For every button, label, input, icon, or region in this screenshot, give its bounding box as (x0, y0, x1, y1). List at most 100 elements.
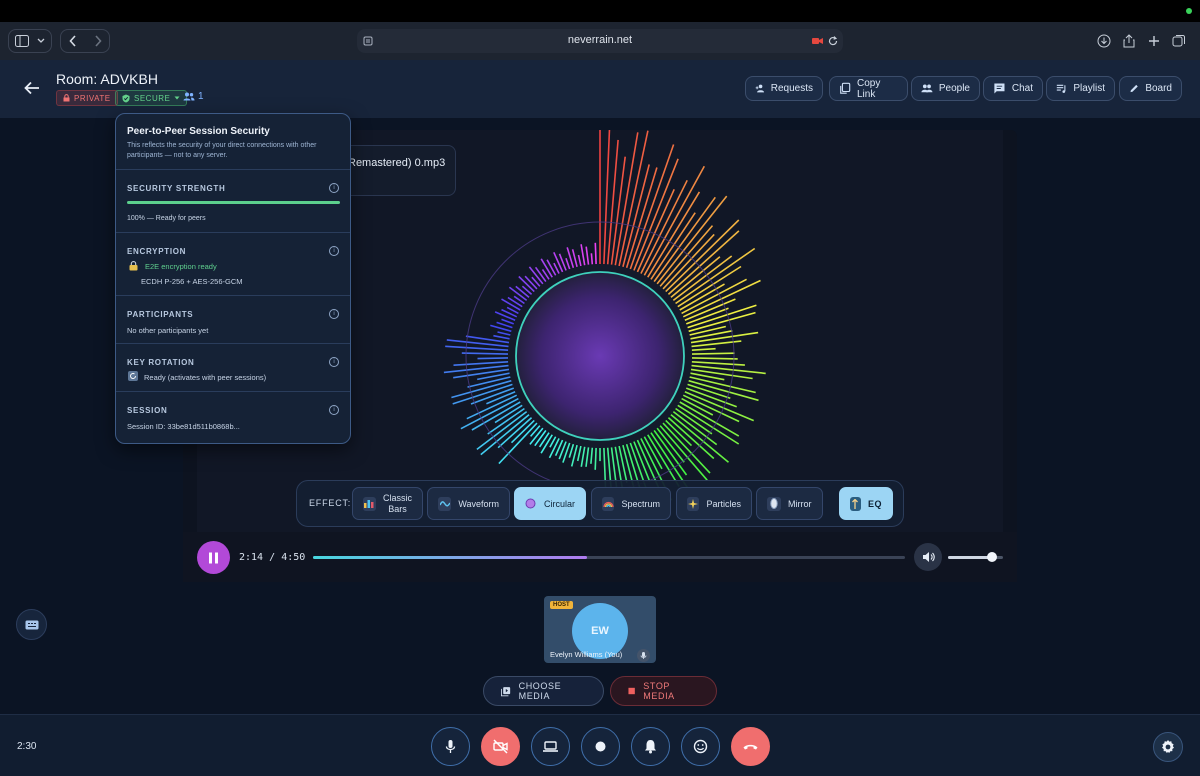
mic-button[interactable] (431, 727, 470, 766)
spectrum-bar (590, 447, 594, 464)
downloads-icon[interactable] (1096, 30, 1112, 52)
effect-spectrum[interactable]: Spectrum (591, 487, 671, 520)
spectrum-bar (594, 447, 597, 470)
keyboard-icon (25, 620, 38, 629)
participant-count[interactable]: 1 (183, 91, 204, 102)
encryption-detail: ECDH P-256 + AES-256-GCM (141, 277, 243, 286)
spectrum-bar (590, 253, 594, 265)
captions-button[interactable] (16, 609, 47, 640)
spectrum-bar (538, 432, 550, 448)
end-call-button[interactable] (731, 727, 770, 766)
reactions-button[interactable] (681, 727, 720, 766)
address-bar[interactable]: neverrain.net (357, 29, 843, 53)
system-status-strip (0, 0, 1200, 22)
info-icon[interactable]: i (329, 246, 339, 256)
copy-link-button[interactable]: Copy Link (829, 76, 908, 101)
tab-overview-icon[interactable] (1171, 30, 1187, 52)
screen-share-button[interactable] (531, 727, 570, 766)
spectrum-bar (691, 361, 745, 366)
spectrum-bar (501, 318, 515, 325)
effect-classic-label-2: Bars (388, 503, 407, 514)
info-icon[interactable]: i (329, 405, 339, 415)
record-icon (595, 741, 606, 752)
back-arrow-icon[interactable] (22, 78, 42, 98)
chat-label: Chat (1011, 83, 1033, 94)
spectrum-bar (524, 275, 538, 290)
encryption-heading: ENCRYPTION (127, 247, 187, 256)
security-strength-heading: SECURITY STRENGTH (127, 184, 226, 193)
laptop-icon (543, 741, 558, 752)
stop-media-button[interactable]: STOP MEDIA (610, 676, 717, 706)
eq-button[interactable]: EQ (839, 487, 893, 520)
spectrum-bar (585, 447, 590, 467)
chat-button[interactable]: Chat (983, 76, 1043, 101)
effect-spectrum-label: Spectrum (621, 498, 660, 509)
effect-classic-label-1: Classic (382, 492, 412, 503)
effect-waveform[interactable]: Waveform (427, 487, 510, 520)
new-tab-icon[interactable] (1146, 30, 1162, 52)
secure-badge-label: SECURE (134, 93, 171, 103)
secure-badge-dropdown[interactable]: SECURE (115, 90, 188, 106)
recording-indicator-dot (1186, 8, 1192, 14)
smiley-icon (693, 739, 708, 754)
spectrum-bar (665, 419, 693, 447)
history-nav (60, 29, 110, 53)
share-icon[interactable] (1121, 30, 1137, 52)
effect-circular[interactable]: Circular (514, 487, 586, 520)
spectrum-bar (585, 246, 590, 265)
wave-icon (438, 496, 452, 511)
seek-bar[interactable] (313, 556, 905, 559)
lock-icon (63, 94, 70, 102)
private-badge-label: PRIVATE (74, 93, 111, 103)
choose-media-button[interactable]: CHOOSE MEDIA (483, 676, 604, 706)
effect-classic-bars[interactable]: Classic Bars (352, 487, 423, 520)
copy-link-label: Copy Link (856, 77, 881, 100)
call-controls-bar: 2:30 (0, 714, 1200, 776)
playlist-button[interactable]: Playlist (1046, 76, 1115, 101)
info-icon[interactable]: i (329, 183, 339, 193)
people-icon (921, 84, 933, 93)
camera-toggle-button[interactable] (481, 727, 520, 766)
reload-icon[interactable] (828, 36, 838, 46)
stop-icon (628, 687, 635, 695)
board-label: Board (1145, 83, 1172, 94)
spectrum-bar (497, 331, 511, 336)
playlist-label: Playlist (1073, 83, 1105, 94)
people-button[interactable]: People (911, 76, 980, 101)
spectrum-bar (647, 191, 701, 278)
info-icon[interactable]: i (329, 357, 339, 367)
back-nav-icon[interactable] (69, 35, 77, 47)
settings-button[interactable] (1153, 732, 1183, 762)
spectrum-bar (625, 167, 658, 269)
requests-button[interactable]: Requests (745, 76, 823, 101)
circular-visualizer (443, 130, 766, 519)
pause-button[interactable] (197, 541, 230, 574)
effect-selector: EFFECT: Classic Bars Waveform Circular Sp… (296, 480, 904, 527)
host-tag: HOST (550, 601, 573, 609)
sidebar-toggle-button[interactable] (8, 29, 52, 53)
session-id: Session ID: 33be81d511b0868b... (127, 422, 240, 431)
forward-nav-icon[interactable] (94, 35, 102, 47)
playback-controls: 2:14 / 4:50 (183, 532, 1017, 582)
spectrum-bar (534, 266, 547, 283)
volume-slider[interactable] (948, 552, 1003, 562)
spectrum-bar (594, 242, 597, 265)
spectrum-bar (494, 311, 516, 322)
spectrum-bar (477, 357, 509, 360)
volume-knob[interactable] (987, 552, 997, 562)
record-button[interactable] (581, 727, 620, 766)
board-button[interactable]: Board (1119, 76, 1182, 101)
session-security-panel: Peer-to-Peer Session Security This refle… (115, 113, 351, 444)
spectrum-bar (534, 429, 547, 447)
requests-label: Requests (770, 83, 813, 94)
security-strength-bar (127, 201, 340, 204)
notify-button[interactable] (631, 727, 670, 766)
chevron-down-icon (37, 38, 45, 43)
sparkle-icon (687, 496, 700, 511)
effect-particles[interactable]: Particles (676, 487, 752, 520)
volume-button[interactable] (914, 543, 942, 571)
effect-mirror[interactable]: Mirror (756, 487, 823, 520)
participant-tile[interactable]: EW HOST Evelyn Williams (You) (544, 596, 656, 663)
security-panel-description: This reflects the security of your direc… (127, 142, 317, 159)
info-icon[interactable]: i (329, 309, 339, 319)
